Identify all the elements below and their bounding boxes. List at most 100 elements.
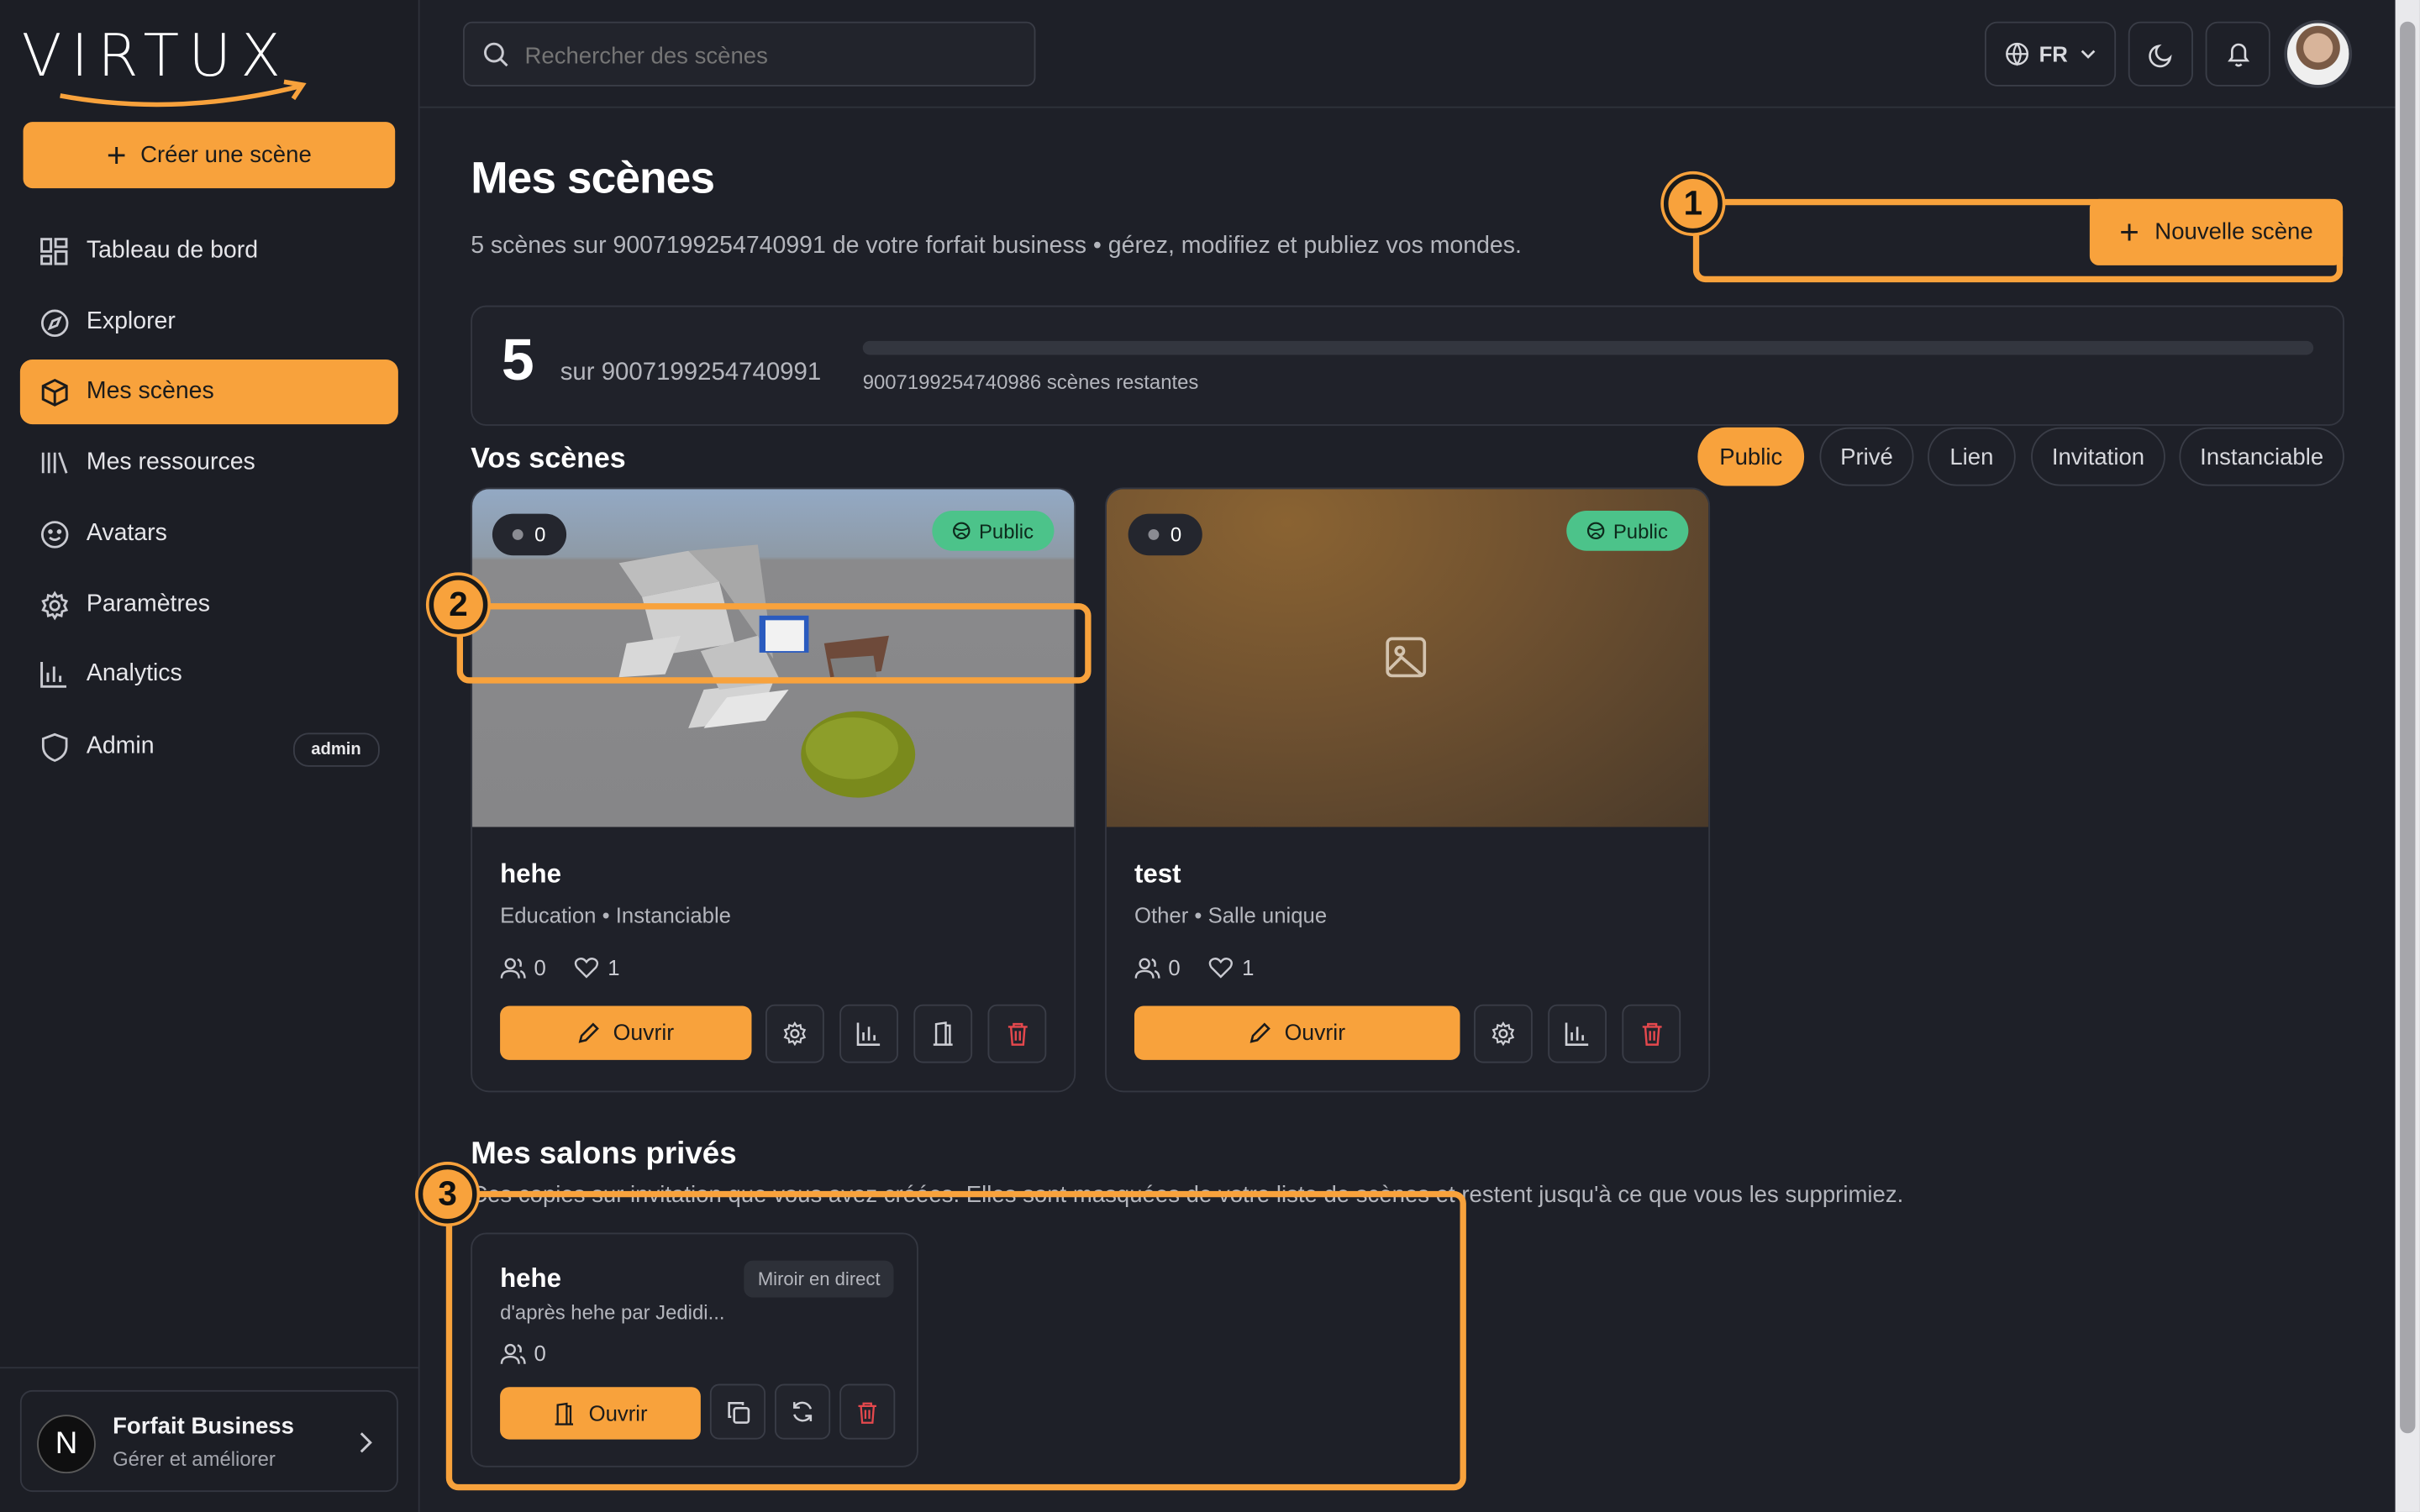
notifications-button[interactable] [2205,21,2270,87]
callout-highlight-1 [1692,198,2344,283]
sidebar-item-admin[interactable]: Admin admin [20,714,398,779]
scene-settings-button[interactable] [765,1004,824,1063]
sidebar: VIRTUX + Créer une scène Tableau de bord… [0,0,420,1512]
sidebar-item-explore[interactable]: Explorer [20,290,398,354]
scene-thumbnail[interactable]: 0 Public [1106,489,1709,827]
scenes-section-title: Vos scènes [471,441,626,474]
plan-card[interactable]: N Forfait Business Gérer et améliorer [19,1389,398,1493]
page-subtitle: 5 scènes sur 9007199254740991 de votre f… [471,233,1522,260]
quota-used: 5 [501,328,534,394]
smile-icon [37,517,71,550]
trash-icon [1007,1022,1027,1046]
plan-subtitle: Gérer et améliorer [113,1446,276,1471]
sidebar-item-settings[interactable]: Paramètres [20,572,398,637]
chevron-down-icon [2081,50,2096,59]
filter-link[interactable]: Lien [1928,427,2016,486]
sidebar-item-resources[interactable]: Mes ressources [20,430,398,495]
visibility-badge: Public [932,510,1055,551]
visibility-badge: Public [1566,510,1689,551]
library-icon [37,446,71,480]
bar-chart-icon [37,657,71,690]
image-placeholder-icon [1386,637,1427,678]
status-dot-icon [513,528,524,540]
open-scene-button[interactable]: Ouvrir [1134,1005,1460,1060]
gear-icon [37,588,71,622]
scene-title: hehe [500,859,561,889]
sidebar-item-my-scenes[interactable]: Mes scènes [19,359,398,425]
topbar: FR [419,0,2396,108]
scene-delete-button[interactable] [1622,1004,1681,1063]
search-input[interactable] [521,23,1022,88]
scene-title: test [1134,859,1181,889]
quota-progress-bar [862,340,2314,355]
private-rooms-title: Mes salons privés [471,1137,737,1172]
filter-invitation[interactable]: Invitation [2031,427,2165,486]
scene-stats: 0 1 [1134,952,1254,983]
scene-delete-button[interactable] [987,1004,1047,1063]
globe-icon [1587,522,1605,540]
gear-icon [783,1021,807,1047]
user-avatar[interactable] [2284,19,2353,88]
theme-toggle-button[interactable] [2128,21,2193,87]
scene-door-button[interactable] [913,1004,973,1063]
trash-icon [1641,1022,1661,1046]
language-selector[interactable]: FR [1984,21,2117,87]
scene-analytics-button[interactable] [839,1004,898,1063]
moon-icon [2148,43,2171,67]
chevron-right-icon [360,1432,372,1453]
callout-highlight-3 [445,1190,1466,1491]
scrollbar-thumb[interactable] [2400,21,2416,1434]
sidebar-item-avatars[interactable]: Avatars [20,501,398,566]
users-icon [1134,957,1160,978]
callout-highlight-2 [456,603,1092,684]
pencil-icon [579,1022,600,1043]
callout-badge-1: 1 [1663,174,1723,234]
sidebar-item-analytics[interactable]: Analytics [20,642,398,706]
cube-icon [37,375,71,408]
scene-card: 0 Public test Other • Salle unique 0 1 O… [1105,487,1711,1093]
bar-chart-icon [1565,1022,1589,1046]
shield-icon [37,730,71,764]
plus-icon: + [106,134,127,174]
plan-avatar: N [37,1415,96,1474]
users-icon [500,957,526,978]
sidebar-divider [0,1367,418,1369]
status-dot-icon [1149,528,1160,540]
scene-card: 0 Public hehe Education • Instanciable 0… [471,487,1076,1093]
plan-title: Forfait Business [113,1413,294,1440]
callout-badge-2: 2 [429,575,488,634]
filter-public[interactable]: Public [1697,427,1805,486]
sidebar-item-dashboard[interactable]: Tableau de bord [20,219,398,284]
logo-swoosh-icon [60,79,307,108]
app-logo[interactable]: VIRTUX [22,22,339,108]
dashboard-icon [37,234,71,268]
bell-icon [2227,43,2249,67]
heart-icon [1208,958,1233,979]
pencil-icon [1250,1022,1271,1043]
heart-icon [574,958,598,979]
search-box[interactable] [463,21,1036,88]
quota-panel: 5 sur 9007199254740991 9007199254740986 … [471,305,2344,426]
door-icon [933,1021,953,1046]
scene-meta: Education • Instanciable [500,902,731,927]
filter-instanciable[interactable]: Instanciable [2179,427,2344,486]
online-count-badge: 0 [1128,513,1202,556]
admin-badge: admin [292,732,380,767]
globe-icon [953,522,971,540]
compass-icon [37,306,71,339]
search-icon [484,42,508,67]
scene-analytics-button[interactable] [1548,1004,1607,1063]
online-count-badge: 0 [492,513,567,556]
callout-badge-3: 3 [418,1164,477,1224]
globe-icon [2006,42,2029,66]
gear-icon [1491,1021,1515,1047]
create-scene-button[interactable]: + Créer une scène [23,122,396,189]
quota-total: sur 9007199254740991 [560,359,822,386]
scene-settings-button[interactable] [1474,1004,1533,1063]
filter-private[interactable]: Privé [1819,427,1914,486]
bar-chart-icon [856,1022,881,1046]
page-title: Mes scènes [471,154,715,204]
scene-stats: 0 1 [500,952,620,983]
quota-remaining: 9007199254740986 scènes restantes [862,370,1199,394]
open-scene-button[interactable]: Ouvrir [500,1005,752,1060]
